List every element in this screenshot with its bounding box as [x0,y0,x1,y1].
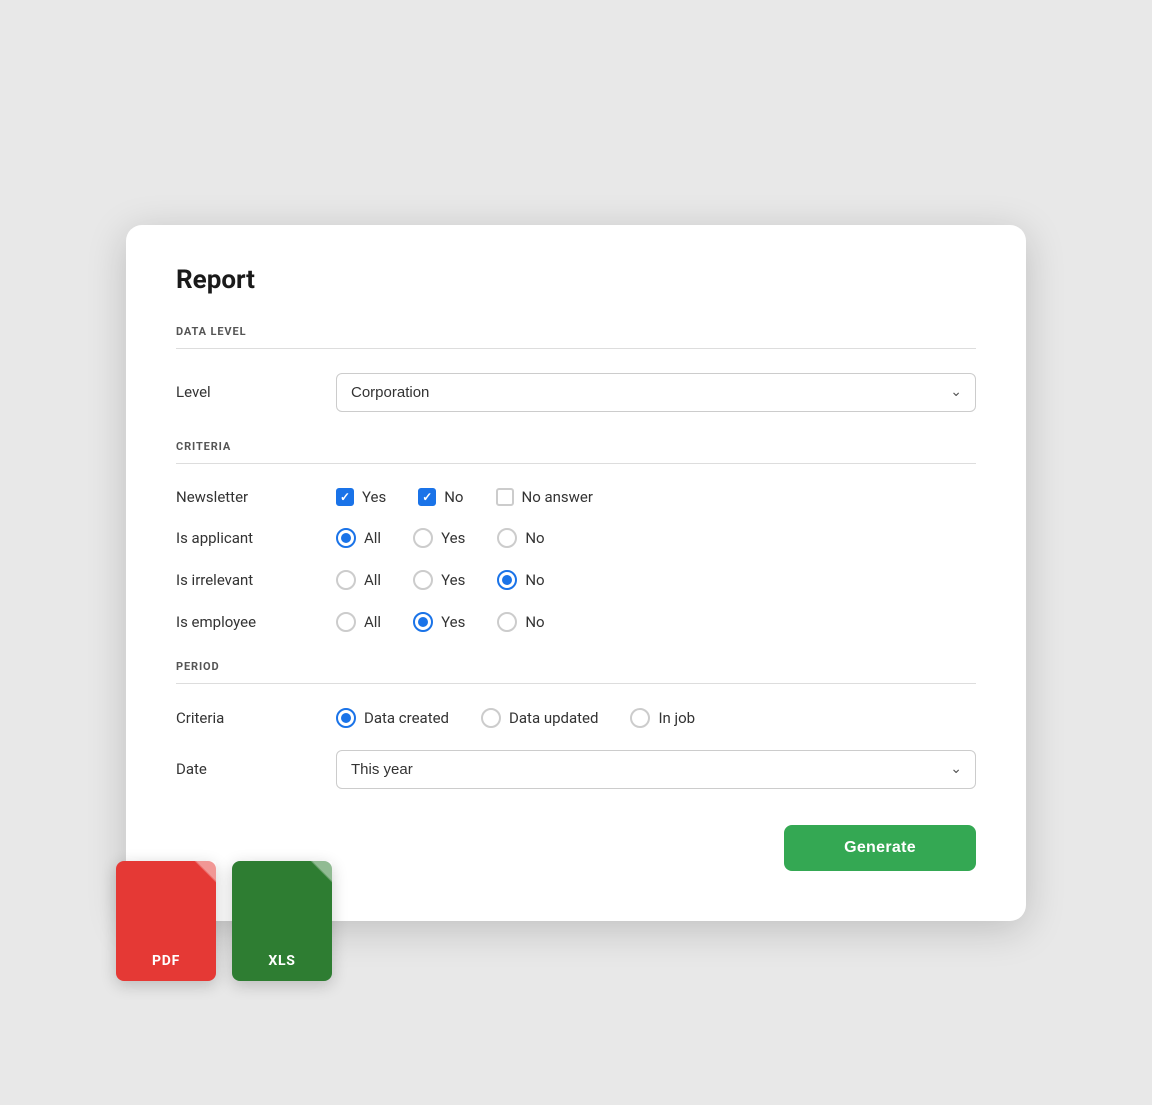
radio-no-icon [497,570,517,590]
is-employee-all-label: All [364,613,381,631]
xls-file-icon[interactable]: XLS [232,861,332,981]
is-applicant-no-label: No [525,529,544,547]
criteria-section-label: CRITERIA [176,440,976,453]
level-field-control: Corporation Individual Department ⌄ [336,373,976,412]
newsletter-no-label: No [444,488,463,506]
date-field-control: This year Last year This month Custom ra… [336,750,976,789]
is-employee-label: Is employee [176,613,336,631]
is-irrelevant-all-label: All [364,571,381,589]
newsletter-field-row: Newsletter Yes No No answer [176,488,976,506]
data-updated-radio[interactable]: Data updated [481,708,598,728]
newsletter-noanswer-label: No answer [522,488,593,506]
radio-all-icon [336,612,356,632]
is-irrelevant-no-label: No [525,571,544,589]
period-criteria-label: Criteria [176,709,336,727]
section-divider-period [176,683,976,684]
is-applicant-all-label: All [364,529,381,547]
newsletter-noanswer-checkbox[interactable]: No answer [496,488,593,506]
radio-yes-icon [413,570,433,590]
is-employee-no-label: No [525,613,544,631]
is-irrelevant-label: Is irrelevant [176,571,336,589]
date-field-row: Date This year Last year This month Cust… [176,750,976,789]
radio-data-created-icon [336,708,356,728]
pdf-icon-corner [194,861,216,883]
data-level-section-label: DATA LEVEL [176,325,976,338]
page-title: Report [176,265,976,295]
radio-no-icon [497,612,517,632]
is-applicant-yes-radio[interactable]: Yes [413,528,465,548]
in-job-radio[interactable]: In job [630,708,695,728]
date-select[interactable]: This year Last year This month Custom ra… [336,750,976,789]
newsletter-control: Yes No No answer [336,488,976,506]
in-job-label: In job [658,709,695,727]
newsletter-label: Newsletter [176,488,336,506]
is-employee-yes-radio[interactable]: Yes [413,612,465,632]
date-field-label: Date [176,760,336,778]
is-applicant-radio-group: All Yes No [336,528,545,548]
newsletter-no-checkbox[interactable]: No [418,488,463,506]
level-field-label: Level [176,383,336,401]
level-select[interactable]: Corporation Individual Department [336,373,976,412]
period-section: PERIOD Criteria Data created Data update… [176,660,976,789]
data-created-radio[interactable]: Data created [336,708,449,728]
radio-all-icon [336,528,356,548]
radio-in-job-icon [630,708,650,728]
is-employee-radio-group: All Yes No [336,612,545,632]
newsletter-checkbox-group: Yes No No answer [336,488,593,506]
is-applicant-control: All Yes No [336,528,976,548]
is-irrelevant-radio-group: All Yes No [336,570,545,590]
newsletter-yes-label: Yes [362,488,386,506]
period-criteria-field-row: Criteria Data created Data updated [176,708,976,728]
newsletter-yes-checkbox[interactable]: Yes [336,488,386,506]
is-applicant-no-radio[interactable]: No [497,528,544,548]
is-applicant-label: Is applicant [176,529,336,547]
is-irrelevant-control: All Yes No [336,570,976,590]
data-level-section: DATA LEVEL Level Corporation Individual … [176,325,976,412]
is-employee-field-row: Is employee All Yes No [176,612,976,632]
criteria-section: CRITERIA Newsletter Yes No [176,440,976,632]
is-employee-all-radio[interactable]: All [336,612,381,632]
is-irrelevant-yes-label: Yes [441,571,465,589]
is-employee-control: All Yes No [336,612,976,632]
data-created-label: Data created [364,709,449,727]
pdf-file-icon[interactable]: PDF [116,861,216,981]
period-criteria-radio-group: Data created Data updated In job [336,708,695,728]
checkbox-noanswer-icon [496,488,514,506]
xls-icon-corner [310,861,332,883]
period-criteria-control: Data created Data updated In job [336,708,976,728]
is-irrelevant-yes-radio[interactable]: Yes [413,570,465,590]
is-employee-yes-label: Yes [441,613,465,631]
is-irrelevant-all-radio[interactable]: All [336,570,381,590]
section-divider-criteria [176,463,976,464]
file-icons-area: PDF XLS [116,861,332,981]
radio-yes-icon [413,612,433,632]
pdf-label: PDF [152,953,180,969]
radio-all-icon [336,570,356,590]
is-irrelevant-no-radio[interactable]: No [497,570,544,590]
radio-no-icon [497,528,517,548]
is-irrelevant-field-row: Is irrelevant All Yes No [176,570,976,590]
is-applicant-yes-label: Yes [441,529,465,547]
checkbox-yes-icon [336,488,354,506]
level-field-row: Level Corporation Individual Department … [176,373,976,412]
radio-yes-icon [413,528,433,548]
checkbox-no-icon [418,488,436,506]
is-applicant-field-row: Is applicant All Yes No [176,528,976,548]
level-dropdown-wrapper[interactable]: Corporation Individual Department ⌄ [336,373,976,412]
section-divider-data-level [176,348,976,349]
radio-data-updated-icon [481,708,501,728]
data-updated-label: Data updated [509,709,598,727]
is-employee-no-radio[interactable]: No [497,612,544,632]
is-applicant-all-radio[interactable]: All [336,528,381,548]
xls-label: XLS [268,953,295,969]
period-section-label: PERIOD [176,660,976,673]
date-dropdown-wrapper[interactable]: This year Last year This month Custom ra… [336,750,976,789]
generate-button[interactable]: Generate [784,825,976,871]
